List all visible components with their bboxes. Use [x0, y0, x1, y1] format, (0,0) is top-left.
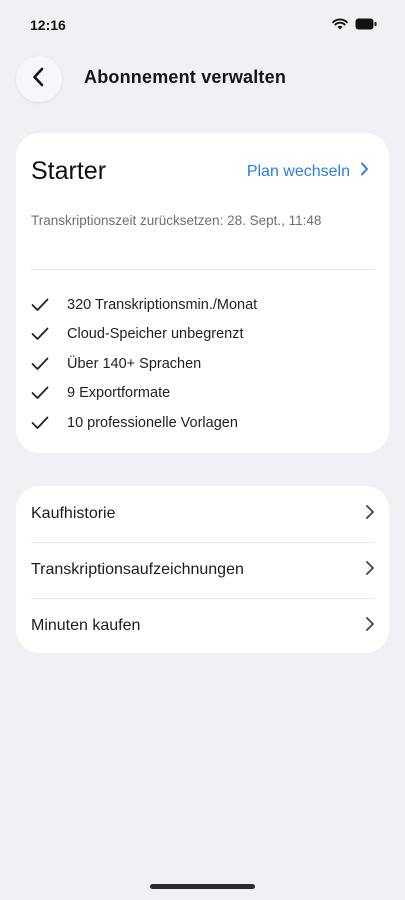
- feature-label: 10 professionelle Vorlagen: [67, 414, 238, 431]
- battery-icon: [355, 17, 377, 35]
- plan-name: Starter: [31, 157, 107, 185]
- check-icon: [31, 412, 53, 434]
- feature-list: 320 Transkriptionsmin./Monat Cloud-Speic…: [31, 290, 257, 438]
- page-title: Abonnement verwalten: [84, 67, 287, 87]
- reset-info: Transkriptionszeit zurücksetzen: 28. Sep…: [31, 213, 322, 228]
- transcription-records-row[interactable]: Transkriptionsaufzeichnungen: [31, 542, 375, 598]
- buy-minutes-row[interactable]: Minuten kaufen: [31, 598, 375, 654]
- status-bar: 12:16: [0, 0, 405, 52]
- change-plan-link[interactable]: Plan wechseln: [247, 162, 369, 181]
- feature-item: Cloud-Speicher unbegrenzt: [31, 320, 257, 350]
- status-time: 12:16: [30, 17, 66, 33]
- back-button[interactable]: [16, 56, 62, 102]
- change-plan-label: Plan wechseln: [246, 162, 350, 180]
- check-icon: [31, 323, 53, 345]
- purchase-history-row[interactable]: Kaufhistorie: [31, 486, 375, 542]
- feature-item: 9 Exportformate: [31, 379, 257, 409]
- check-icon: [31, 382, 53, 404]
- buy-minutes-label: Minuten kaufen: [31, 617, 141, 634]
- check-icon: [31, 353, 53, 375]
- feature-label: Cloud-Speicher unbegrenzt: [67, 326, 244, 343]
- feature-label: 9 Exportformate: [67, 385, 171, 402]
- transcription-records-label: Transkriptionsaufzeichnungen: [31, 561, 244, 578]
- purchase-history-label: Kaufhistorie: [31, 505, 116, 522]
- chevron-left-icon: [31, 67, 47, 92]
- divider: [31, 269, 374, 270]
- home-indicator[interactable]: [150, 884, 255, 889]
- check-icon: [31, 294, 53, 316]
- feature-item: Über 140+ Sprachen: [31, 349, 257, 379]
- chevron-right-icon: [365, 504, 375, 525]
- feature-item: 10 professionelle Vorlagen: [31, 408, 257, 438]
- chevron-right-icon: [365, 560, 375, 581]
- links-card: Kaufhistorie Transkriptionsaufzeichnunge…: [16, 486, 389, 653]
- chevron-right-icon: [365, 616, 375, 637]
- header: Abonnement verwalten: [0, 52, 405, 108]
- wifi-icon: [332, 17, 348, 35]
- chevron-right-icon: [360, 162, 369, 181]
- feature-label: 320 Transkriptionsmin./Monat: [67, 296, 258, 313]
- feature-item: 320 Transkriptionsmin./Monat: [31, 290, 257, 320]
- status-icons: [332, 17, 377, 35]
- plan-card: Starter Plan wechseln Transkriptionszeit…: [16, 133, 389, 453]
- feature-label: Über 140+ Sprachen: [67, 355, 202, 372]
